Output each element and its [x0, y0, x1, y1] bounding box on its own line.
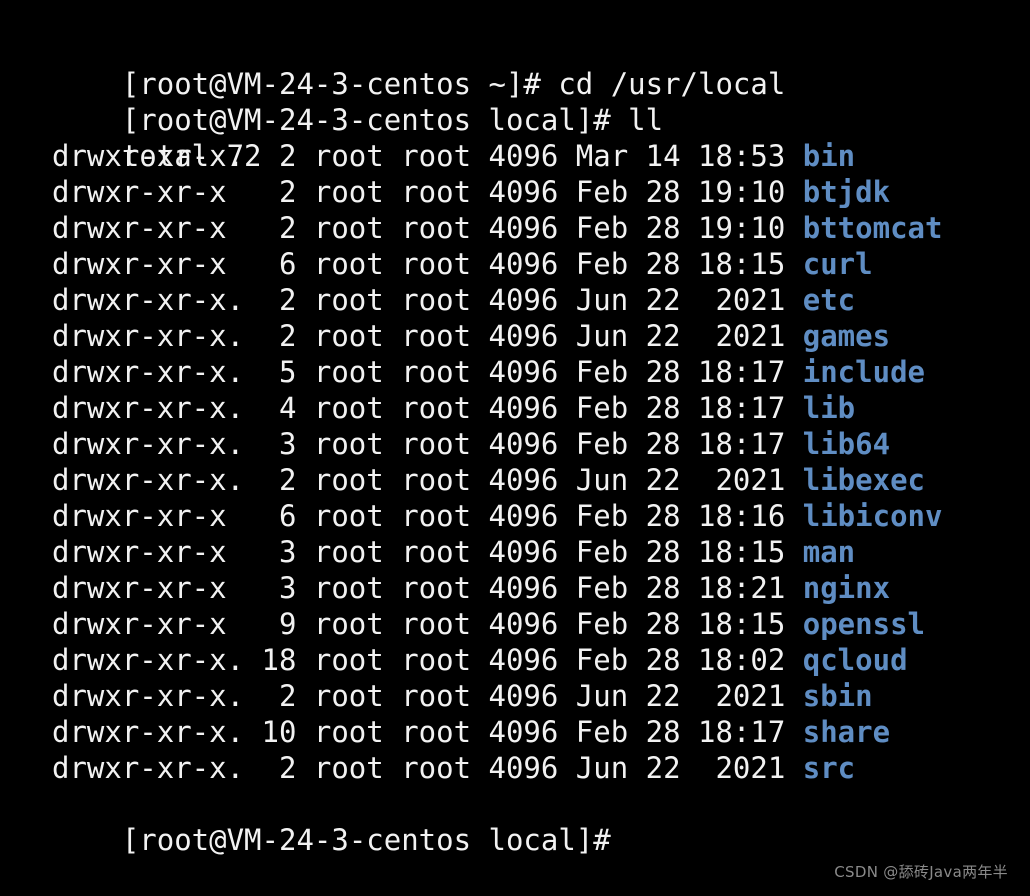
listing-row-metadata: drwxr-xr-x 3 root root 4096 Feb 28 18:15 [52, 535, 803, 569]
command-text-ll: [root@VM-24-3-centos local]# ll [121, 103, 664, 137]
listing-row: drwxr-xr-x 3 root root 4096 Feb 28 18:15… [52, 534, 1030, 570]
listing-row-dirname[interactable]: openssl [803, 607, 925, 641]
listing-row: drwxr-xr-x. 18 root root 4096 Feb 28 18:… [52, 642, 1030, 678]
listing-row-metadata: drwxr-xr-x. 10 root root 4096 Feb 28 18:… [52, 715, 803, 749]
listing-row-dirname[interactable]: etc [803, 283, 855, 317]
listing-row-metadata: drwxr-xr-x 2 root root 4096 Feb 28 19:10 [52, 211, 803, 245]
listing-row: drwxr-xr-x. 2 root root 4096 Jun 22 2021… [52, 678, 1030, 714]
listing-row: drwxr-xr-x. 5 root root 4096 Feb 28 18:1… [52, 354, 1030, 390]
listing-row-metadata: drwxr-xr-x 6 root root 4096 Feb 28 18:16 [52, 499, 803, 533]
listing-row-metadata: drwxr-xr-x. 2 root root 4096 Jun 22 2021 [52, 679, 803, 713]
listing-row: drwxr-xr-x. 3 root root 4096 Feb 28 18:1… [52, 426, 1030, 462]
listing-row-metadata: drwxr-xr-x. 3 root root 4096 Feb 28 18:1… [52, 427, 803, 461]
listing-row-dirname[interactable]: libiconv [803, 499, 943, 533]
listing-row-dirname[interactable]: lib64 [803, 427, 890, 461]
listing-row-metadata: drwxr-xr-x 2 root root 4096 Feb 28 19:10 [52, 175, 803, 209]
listing-row: drwxr-xr-x. 10 root root 4096 Feb 28 18:… [52, 714, 1030, 750]
listing-row-metadata: drwxr-xr-x. 2 root root 4096 Jun 22 2021 [52, 463, 803, 497]
listing-row-metadata: drwxr-xr-x. 2 root root 4096 Mar 14 18:5… [52, 139, 803, 173]
listing-row-metadata: drwxr-xr-x 3 root root 4096 Feb 28 18:21 [52, 571, 803, 605]
watermark: CSDN @舔砖Java两年半 [824, 843, 1008, 882]
listing-row: drwxr-xr-x. 2 root root 4096 Jun 22 2021… [52, 282, 1030, 318]
listing-row-metadata: drwxr-xr-x 9 root root 4096 Feb 28 18:15 [52, 607, 803, 641]
listing-row-metadata: drwxr-xr-x. 2 root root 4096 Jun 22 2021 [52, 751, 803, 785]
listing-row-metadata: drwxr-xr-x. 2 root root 4096 Jun 22 2021 [52, 283, 803, 317]
listing-row-dirname[interactable]: src [803, 751, 855, 785]
terminal-prompt-line[interactable]: [root@VM-24-3-centos local]# [52, 786, 1030, 857]
listing-row-dirname[interactable]: bttomcat [803, 211, 943, 245]
listing-row-dirname[interactable]: man [803, 535, 855, 569]
listing-row-metadata: drwxr-xr-x 6 root root 4096 Feb 28 18:15 [52, 247, 803, 281]
listing-row: drwxr-xr-x 9 root root 4096 Feb 28 18:15… [52, 606, 1030, 642]
prompt-text: [root@VM-24-3-centos local]# [121, 823, 611, 857]
listing-row-dirname[interactable]: nginx [803, 571, 890, 605]
listing-row: drwxr-xr-x. 2 root root 4096 Jun 22 2021… [52, 318, 1030, 354]
listing-row: drwxr-xr-x. 2 root root 4096 Jun 22 2021… [52, 750, 1030, 786]
listing-row-metadata: drwxr-xr-x. 4 root root 4096 Feb 28 18:1… [52, 391, 803, 425]
terminal-window[interactable]: [root@VM-24-3-centos ~]# cd /usr/local [… [0, 0, 1030, 896]
listing-row: drwxr-xr-x 2 root root 4096 Feb 28 19:10… [52, 174, 1030, 210]
listing-row-dirname[interactable]: qcloud [803, 643, 908, 677]
listing-row-dirname[interactable]: lib [803, 391, 855, 425]
listing-row: drwxr-xr-x 3 root root 4096 Feb 28 18:21… [52, 570, 1030, 606]
listing-row: drwxr-xr-x 6 root root 4096 Feb 28 18:16… [52, 498, 1030, 534]
listing-row: drwxr-xr-x. 2 root root 4096 Jun 22 2021… [52, 462, 1030, 498]
watermark-text: CSDN @舔砖Java两年半 [834, 863, 1008, 881]
listing-row-dirname[interactable]: btjdk [803, 175, 890, 209]
listing-row-dirname[interactable]: curl [803, 247, 873, 281]
listing-row: drwxr-xr-x. 4 root root 4096 Feb 28 18:1… [52, 390, 1030, 426]
command-text-cd: [root@VM-24-3-centos ~]# cd /usr/local [121, 67, 786, 101]
directory-listing: drwxr-xr-x. 2 root root 4096 Mar 14 18:5… [52, 138, 1030, 786]
listing-row-dirname[interactable]: include [803, 355, 925, 389]
listing-row-dirname[interactable]: bin [803, 139, 855, 173]
listing-row-dirname[interactable]: sbin [803, 679, 873, 713]
listing-row: drwxr-xr-x 6 root root 4096 Feb 28 18:15… [52, 246, 1030, 282]
listing-row-metadata: drwxr-xr-x. 5 root root 4096 Feb 28 18:1… [52, 355, 803, 389]
listing-row-metadata: drwxr-xr-x. 2 root root 4096 Jun 22 2021 [52, 319, 803, 353]
listing-row-dirname[interactable]: share [803, 715, 890, 749]
listing-row-dirname[interactable]: libexec [803, 463, 925, 497]
terminal-command-line-1: [root@VM-24-3-centos ~]# cd /usr/local [52, 30, 1030, 101]
listing-row-metadata: drwxr-xr-x. 18 root root 4096 Feb 28 18:… [52, 643, 803, 677]
listing-row-dirname[interactable]: games [803, 319, 890, 353]
listing-row: drwxr-xr-x 2 root root 4096 Feb 28 19:10… [52, 210, 1030, 246]
listing-row: drwxr-xr-x. 2 root root 4096 Mar 14 18:5… [52, 138, 1030, 174]
